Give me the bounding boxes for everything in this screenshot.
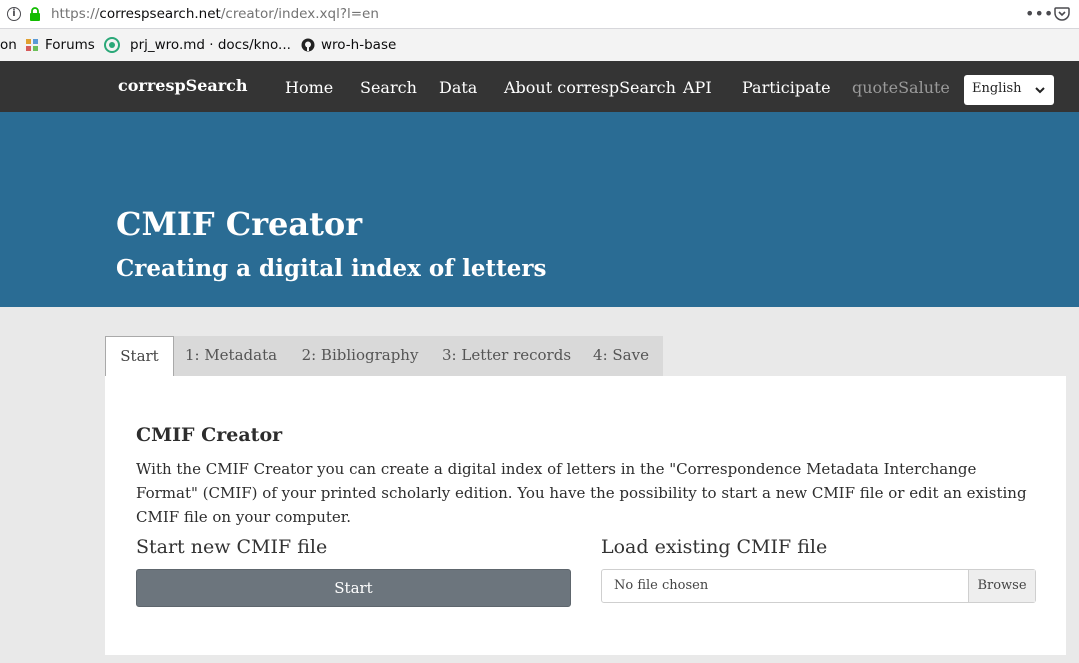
bookmarks-bar: on Forums prj_wro.md · docs/kno... wro-h… [0, 29, 1079, 61]
bookmark-label: on [0, 37, 17, 53]
nav-about[interactable]: About correspSearch [504, 78, 676, 97]
language-value: English [972, 81, 1022, 96]
bookmark-wro-h-base[interactable]: wro-h-base [301, 37, 396, 53]
puzzle-icon [26, 39, 38, 51]
tab-save[interactable]: 4: Save [592, 336, 650, 376]
browser-url-bar: i https://correspsearch.net/creator/inde… [0, 0, 1079, 29]
site-navbar: correspSearch Home Search Data About cor… [0, 61, 1079, 112]
nav-data[interactable]: Data [439, 78, 477, 97]
tab-bibliography[interactable]: 2: Bibliography [300, 336, 420, 376]
site-info-icon[interactable]: i [7, 7, 21, 21]
hackmd-icon [104, 37, 120, 53]
bookmark-label: prj_wro.md · docs/kno... [130, 37, 291, 53]
bookmark-forums[interactable]: Forums [25, 37, 95, 53]
step-tabs: Start 1: Metadata 2: Bibliography 3: Let… [105, 336, 663, 377]
bookmark-prj-wro[interactable]: prj_wro.md · docs/kno... [104, 37, 291, 53]
nav-quotesalute[interactable]: quoteSalute [852, 78, 950, 97]
bookmark-item[interactable]: on [0, 37, 17, 53]
url-domain: correspsearch.net [99, 6, 221, 22]
lock-icon [30, 7, 40, 21]
tab-metadata[interactable]: 1: Metadata [183, 336, 279, 376]
start-button[interactable]: Start [136, 569, 571, 607]
panel-description: With the CMIF Creator you can create a d… [136, 460, 1027, 526]
language-select[interactable]: English [964, 75, 1054, 105]
page-subtitle: Creating a digital index of letters [116, 255, 547, 282]
brand-logo[interactable]: correspSearch [118, 76, 248, 95]
url-field[interactable]: https://correspsearch.net/creator/index.… [51, 6, 379, 22]
url-prefix: https:// [51, 6, 100, 22]
pocket-icon[interactable] [1054, 6, 1070, 22]
nav-home[interactable]: Home [285, 78, 333, 97]
nav-search[interactable]: Search [360, 78, 417, 97]
chevron-down-icon [1035, 87, 1045, 94]
bookmark-label: Forums [45, 37, 95, 53]
page-actions-menu-icon[interactable]: ••• [1025, 4, 1053, 23]
nav-participate[interactable]: Participate [742, 78, 831, 97]
load-existing-heading: Load existing CMIF file [601, 536, 828, 558]
tab-panel-start: CMIF Creator With the CMIF Creator you c… [105, 376, 1066, 655]
browse-button[interactable]: Browse [968, 570, 1035, 602]
tab-letter-records[interactable]: 3: Letter records [442, 336, 571, 376]
github-icon [301, 38, 315, 52]
file-name-placeholder: No file chosen [614, 578, 709, 593]
bookmark-label: wro-h-base [321, 37, 397, 53]
page-title: CMIF Creator [116, 205, 363, 243]
tab-start[interactable]: Start [105, 336, 174, 377]
hero-banner: CMIF Creator Creating a digital index of… [0, 112, 1079, 307]
start-new-heading: Start new CMIF file [136, 536, 328, 558]
panel-title: CMIF Creator [136, 424, 283, 446]
file-input[interactable]: No file chosen Browse [601, 569, 1036, 603]
nav-api[interactable]: API [683, 78, 712, 97]
url-path: /creator/index.xql?l=en [220, 6, 379, 22]
